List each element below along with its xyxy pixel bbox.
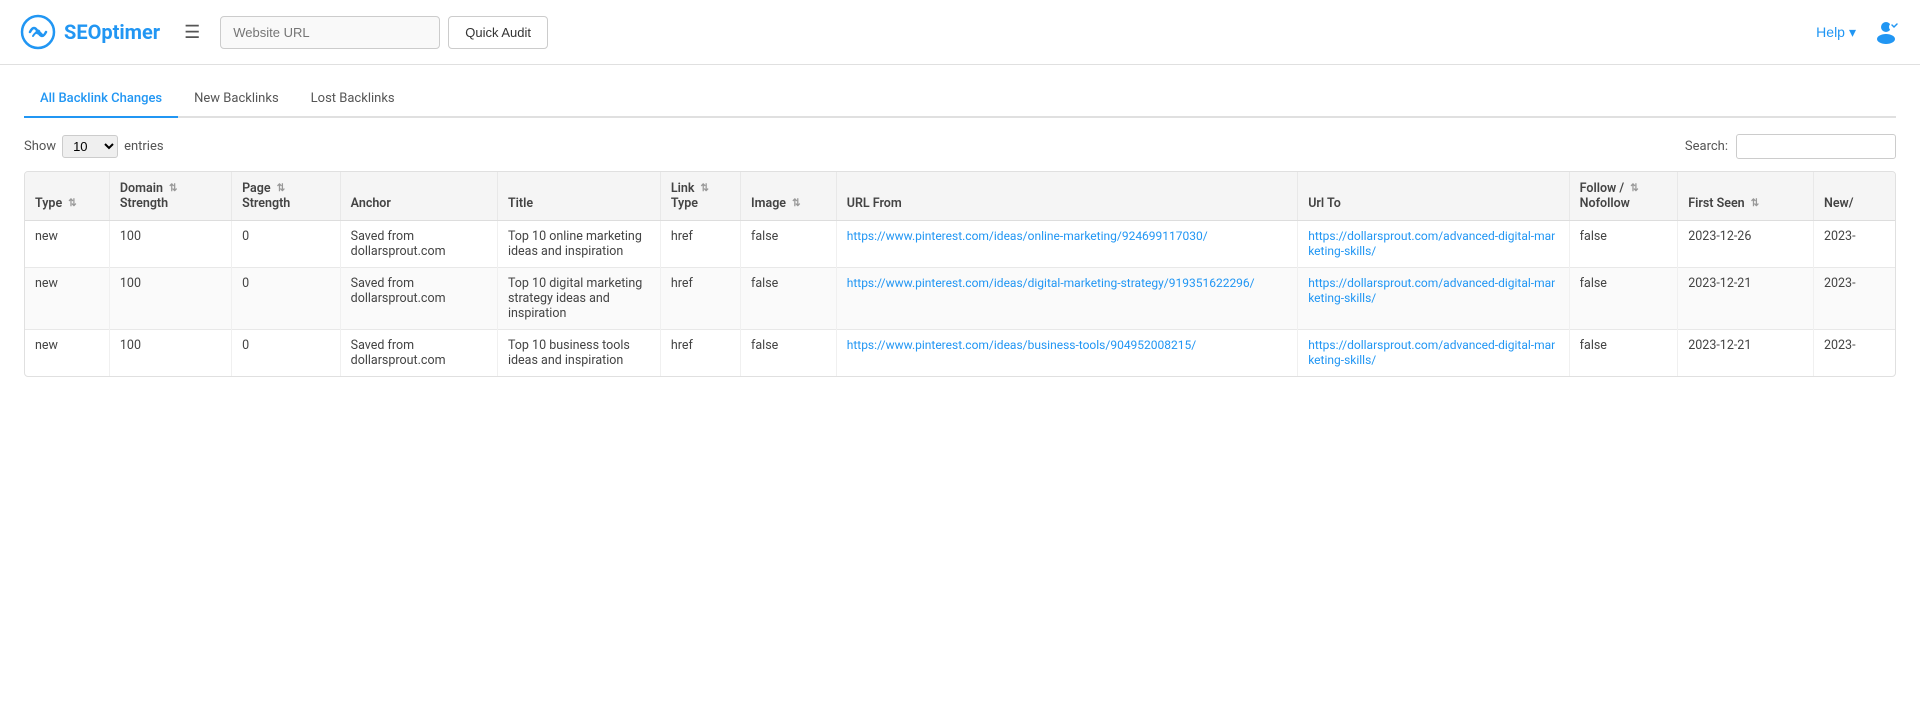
cell-type-0: new bbox=[25, 221, 109, 268]
sort-icon-type: ⇅ bbox=[68, 198, 76, 209]
table-header-row: Type ⇅ Domain ⇅Strength Page ⇅Strength A… bbox=[25, 172, 1895, 221]
cell-domain-2: 100 bbox=[109, 330, 231, 377]
header-right: Help ▾ bbox=[1816, 17, 1900, 48]
table-row: new 100 0 Saved from dollarsprout.com To… bbox=[25, 330, 1895, 377]
cell-firstseen-1: 2023-12-21 bbox=[1678, 268, 1814, 330]
cell-urlfrom-0[interactable]: https://www.pinterest.com/ideas/online-m… bbox=[836, 221, 1297, 268]
table-row: new 100 0 Saved from dollarsprout.com To… bbox=[25, 221, 1895, 268]
cell-anchor-1: Saved from dollarsprout.com bbox=[340, 268, 497, 330]
sort-icon-image: ⇅ bbox=[792, 198, 800, 209]
quick-audit-button[interactable]: Quick Audit bbox=[448, 16, 548, 49]
cell-firstseen-2: 2023-12-21 bbox=[1678, 330, 1814, 377]
col-header-new: New/ bbox=[1813, 172, 1895, 221]
user-icon-button[interactable] bbox=[1872, 17, 1900, 48]
search-label: Search: bbox=[1685, 139, 1728, 154]
cell-linktype-2: href bbox=[660, 330, 740, 377]
cell-urlfrom-1[interactable]: https://www.pinterest.com/ideas/digital-… bbox=[836, 268, 1297, 330]
backlinks-table-wrapper: Type ⇅ Domain ⇅Strength Page ⇅Strength A… bbox=[24, 171, 1896, 377]
tabs-nav: All Backlink Changes New Backlinks Lost … bbox=[24, 81, 1896, 118]
backlinks-table: Type ⇅ Domain ⇅Strength Page ⇅Strength A… bbox=[25, 172, 1895, 376]
seoptimer-logo-icon bbox=[20, 14, 56, 50]
url-to-link-1[interactable]: https://dollarsprout.com/advanced-digita… bbox=[1308, 276, 1555, 305]
help-dropdown-icon: ▾ bbox=[1849, 24, 1856, 41]
sort-icon-domain: ⇅ bbox=[169, 183, 177, 194]
entries-label: entries bbox=[124, 139, 164, 154]
sort-icon-follow: ⇅ bbox=[1630, 183, 1638, 194]
logo-text: SEOptimer bbox=[64, 20, 160, 44]
col-header-first-seen[interactable]: First Seen ⇅ bbox=[1678, 172, 1814, 221]
cell-new-2: 2023- bbox=[1813, 330, 1895, 377]
header: SEOptimer ☰ Quick Audit Help ▾ bbox=[0, 0, 1920, 65]
cell-title-1: Top 10 digital marketing strategy ideas … bbox=[497, 268, 660, 330]
sort-icon-page: ⇅ bbox=[277, 183, 285, 194]
cell-image-1: false bbox=[741, 268, 837, 330]
col-header-domain-strength[interactable]: Domain ⇅Strength bbox=[109, 172, 231, 221]
cell-title-0: Top 10 online marketing ideas and inspir… bbox=[497, 221, 660, 268]
entries-select[interactable]: 10 25 50 100 bbox=[62, 135, 118, 158]
tab-new-backlinks[interactable]: New Backlinks bbox=[178, 81, 295, 118]
tab-all-backlink-changes[interactable]: All Backlink Changes bbox=[24, 81, 178, 118]
tab-lost-backlinks[interactable]: Lost Backlinks bbox=[295, 81, 411, 118]
cell-type-2: new bbox=[25, 330, 109, 377]
help-label: Help bbox=[1816, 24, 1845, 40]
url-to-link-0[interactable]: https://dollarsprout.com/advanced-digita… bbox=[1308, 229, 1555, 258]
cell-follow-2: false bbox=[1569, 330, 1678, 377]
col-header-follow[interactable]: Follow / ⇅Nofollow bbox=[1569, 172, 1678, 221]
cell-urlto-1[interactable]: https://dollarsprout.com/advanced-digita… bbox=[1298, 268, 1569, 330]
menu-button[interactable]: ☰ bbox=[176, 14, 208, 51]
website-url-input[interactable] bbox=[220, 16, 440, 49]
search-bar: Search: bbox=[1685, 134, 1896, 159]
cell-page-1: 0 bbox=[232, 268, 341, 330]
show-entries-control: Show 10 25 50 100 entries bbox=[24, 135, 164, 158]
cell-linktype-1: href bbox=[660, 268, 740, 330]
main-content: All Backlink Changes New Backlinks Lost … bbox=[0, 65, 1920, 393]
col-header-anchor: Anchor bbox=[340, 172, 497, 221]
cell-urlfrom-2[interactable]: https://www.pinterest.com/ideas/business… bbox=[836, 330, 1297, 377]
url-from-link-1[interactable]: https://www.pinterest.com/ideas/digital-… bbox=[847, 276, 1255, 290]
col-header-link-type[interactable]: Link ⇅Type bbox=[660, 172, 740, 221]
search-input[interactable] bbox=[1736, 134, 1896, 159]
cell-type-1: new bbox=[25, 268, 109, 330]
cell-page-2: 0 bbox=[232, 330, 341, 377]
help-button[interactable]: Help ▾ bbox=[1816, 24, 1856, 41]
show-label: Show bbox=[24, 139, 56, 154]
cell-new-0: 2023- bbox=[1813, 221, 1895, 268]
url-to-link-2[interactable]: https://dollarsprout.com/advanced-digita… bbox=[1308, 338, 1555, 367]
user-icon bbox=[1872, 17, 1900, 45]
cell-follow-0: false bbox=[1569, 221, 1678, 268]
logo-area: SEOptimer bbox=[20, 14, 160, 50]
sort-icon-link: ⇅ bbox=[701, 183, 709, 194]
col-header-type[interactable]: Type ⇅ bbox=[25, 172, 109, 221]
cell-image-2: false bbox=[741, 330, 837, 377]
cell-urlto-2[interactable]: https://dollarsprout.com/advanced-digita… bbox=[1298, 330, 1569, 377]
cell-follow-1: false bbox=[1569, 268, 1678, 330]
cell-new-1: 2023- bbox=[1813, 268, 1895, 330]
col-header-title: Title bbox=[497, 172, 660, 221]
col-header-url-to: Url To bbox=[1298, 172, 1569, 221]
cell-page-0: 0 bbox=[232, 221, 341, 268]
cell-linktype-0: href bbox=[660, 221, 740, 268]
sort-icon-firstseen: ⇅ bbox=[1751, 198, 1759, 209]
url-from-link-2[interactable]: https://www.pinterest.com/ideas/business… bbox=[847, 338, 1196, 352]
cell-title-2: Top 10 business tools ideas and inspirat… bbox=[497, 330, 660, 377]
controls-bar: Show 10 25 50 100 entries Search: bbox=[24, 134, 1896, 159]
url-from-link-0[interactable]: https://www.pinterest.com/ideas/online-m… bbox=[847, 229, 1208, 243]
cell-urlto-0[interactable]: https://dollarsprout.com/advanced-digita… bbox=[1298, 221, 1569, 268]
cell-anchor-2: Saved from dollarsprout.com bbox=[340, 330, 497, 377]
cell-domain-1: 100 bbox=[109, 268, 231, 330]
col-header-image[interactable]: Image ⇅ bbox=[741, 172, 837, 221]
col-header-page-strength[interactable]: Page ⇅Strength bbox=[232, 172, 341, 221]
table-row: new 100 0 Saved from dollarsprout.com To… bbox=[25, 268, 1895, 330]
col-header-url-from: URL From bbox=[836, 172, 1297, 221]
cell-anchor-0: Saved from dollarsprout.com bbox=[340, 221, 497, 268]
cell-domain-0: 100 bbox=[109, 221, 231, 268]
cell-firstseen-0: 2023-12-26 bbox=[1678, 221, 1814, 268]
cell-image-0: false bbox=[741, 221, 837, 268]
